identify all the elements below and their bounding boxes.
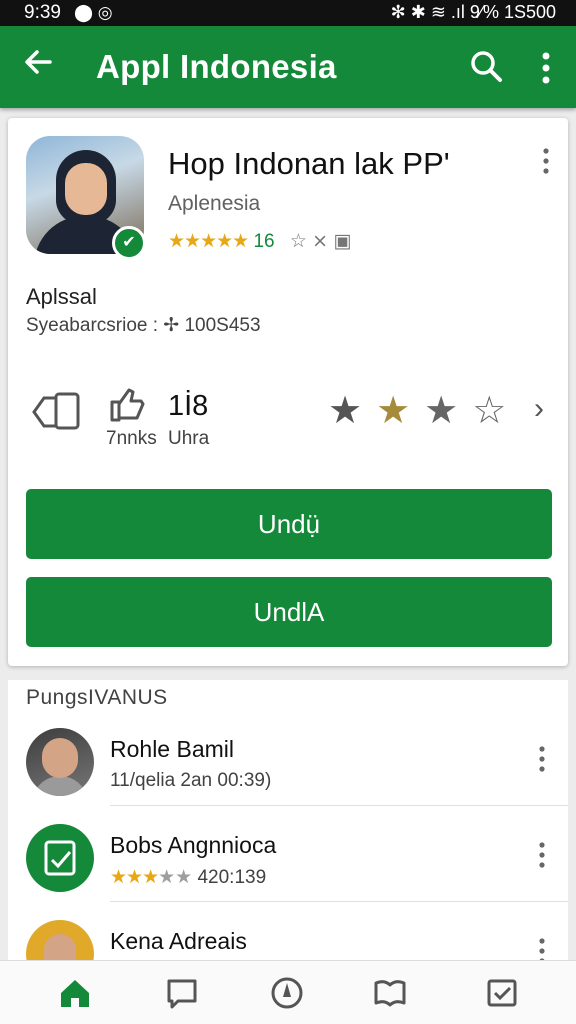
thumbs-up-icon [108, 388, 148, 422]
list-item-name: Rohle Bamil [110, 736, 234, 762]
secondary-button[interactable]: UndlA [26, 577, 552, 647]
rate-stars[interactable]: ★★★☆ [328, 388, 520, 432]
rating-value: 16 [253, 231, 275, 252]
app-bar-title: Appl Indonesia [96, 48, 337, 85]
list-item-sub: ★★★★★ 420:139 [110, 867, 267, 888]
back-arrow-icon[interactable] [20, 44, 60, 88]
rating-line: ★★★★★ 16 ☆ ⨯ ▣ [168, 230, 351, 253]
section-sub: Syeabarcsrioe : ✢ 100S453 [26, 315, 261, 336]
list-item-name: Bobs Angnnioca [110, 832, 277, 858]
notification-icons: ⬤ ◎ [74, 3, 113, 22]
stat-label-right: Uhra [168, 428, 210, 449]
list-item-sub: 11/qelia 2an 00:39) [110, 770, 272, 791]
avatar-face [65, 163, 107, 215]
list-header: PungsIVANUS [26, 686, 168, 709]
book-icon[interactable] [372, 975, 408, 1011]
app-detail-card: ✔ Hop Indonan lak PP' Aplenesia ★★★★★ 16… [8, 118, 568, 666]
status-bar: 9:39 ⬤ ◎ ✻ ✱ ≋ .ıl 9⁄% 1S500 [0, 0, 576, 26]
avatar [26, 728, 94, 796]
list-item[interactable]: Rohle Bamil 11/qelia 2an 00:39) [8, 714, 568, 810]
row-more-icon[interactable] [534, 744, 550, 774]
compass-icon[interactable] [269, 975, 305, 1011]
search-icon[interactable] [468, 48, 508, 88]
app-name: Hop Indonan lak PP' [168, 146, 450, 181]
star-2-icon[interactable]: ★ [376, 390, 424, 432]
stat-label-left: 7nnks [106, 428, 157, 449]
status-right: ✻ ✱ ≋ .ıl 9⁄% 1S500 [390, 2, 556, 22]
chat-icon[interactable] [164, 975, 200, 1011]
section-label: Aplssal [26, 284, 97, 309]
rating-stars-icon: ★★★ [110, 867, 159, 888]
inbox-check-icon[interactable] [484, 975, 520, 1011]
list-panel: PungsIVANUS Rohle Bamil 11/qelia 2an 00:… [8, 680, 568, 988]
verified-check-icon: ✔ [112, 226, 146, 260]
list-item-name: Kena Adreais [110, 928, 247, 954]
rating-stars-icon: ★★★★★ [168, 231, 249, 252]
stat-number: 1İ8 [168, 390, 209, 422]
chevron-right-icon[interactable]: › [534, 394, 554, 424]
primary-button[interactable]: Undụ̈ [26, 489, 552, 559]
home-icon[interactable] [57, 975, 93, 1011]
card-more-icon[interactable] [538, 146, 554, 176]
avatar [26, 824, 94, 892]
star-1-icon[interactable]: ★ [328, 390, 376, 432]
developer-name[interactable]: Aplenesia [168, 192, 260, 216]
divider [110, 805, 568, 806]
rating-extra-icons: ☆ ⨯ ▣ [289, 231, 352, 252]
list-item[interactable]: Bobs Angnnioca ★★★★★ 420:139 [8, 810, 568, 906]
star-3-icon[interactable]: ★ [424, 390, 472, 432]
app-bar: Appl Indonesia [0, 26, 576, 108]
divider [110, 901, 568, 902]
overflow-menu-icon[interactable] [532, 48, 560, 88]
device-icon [30, 390, 84, 434]
star-4-icon[interactable]: ☆ [472, 390, 520, 432]
edit-doc-icon [44, 840, 76, 876]
bottom-nav [0, 960, 576, 1024]
status-time: 9:39 [24, 2, 61, 23]
row-more-icon[interactable] [534, 840, 550, 870]
